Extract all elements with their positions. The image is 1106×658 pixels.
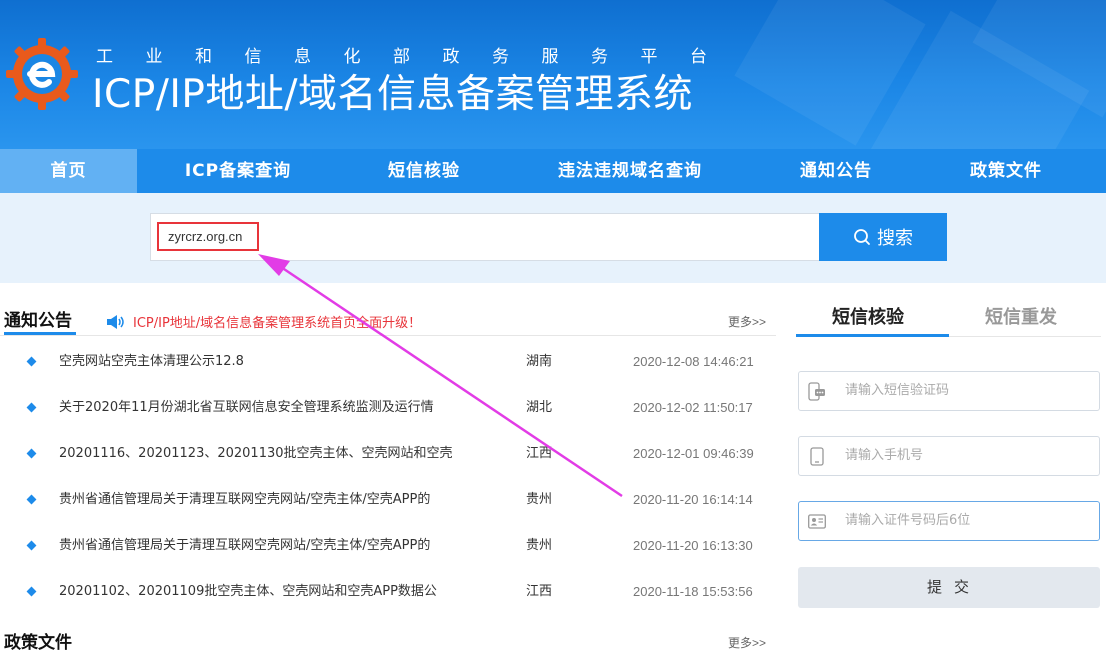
notice-row[interactable]: 贵州省通信管理局关于清理互联网空壳网站/空壳主体/空壳APP的 贵州 2020-… <box>0 523 776 569</box>
bullet-icon <box>26 356 37 367</box>
nav-item-home[interactable]: 首页 <box>0 149 137 193</box>
notice-row-title[interactable]: 关于2020年11月份湖北省互联网信息安全管理系统监测及运行情 <box>59 385 509 431</box>
page-title: ICP/IP地址/域名信息备案管理系统 <box>92 72 694 117</box>
notice-row-province: 贵州 <box>526 538 553 553</box>
notice-row[interactable]: 关于2020年11月份湖北省互联网信息安全管理系统监测及运行情 湖北 2020-… <box>0 385 776 431</box>
policy-section-title: 政策文件 <box>4 633 72 653</box>
submit-button[interactable]: 提交 <box>798 567 1100 608</box>
speaker-icon <box>107 315 124 329</box>
message-phone-icon <box>808 382 825 401</box>
notice-row-province: 湖北 <box>526 400 553 415</box>
nav-item-icp-query[interactable]: ICP备案查询 <box>168 149 308 193</box>
notice-row-title[interactable]: 20201116、20201123、20201130批空壳主体、空壳网站和空壳 <box>59 431 509 477</box>
nav-item-sms-verify[interactable]: 短信核验 <box>364 149 484 193</box>
notice-row-date: 2020-11-20 16:13:30 <box>633 538 753 553</box>
phone-field[interactable]: 请输入手机号 <box>798 436 1100 476</box>
notice-row-date: 2020-11-18 15:53:56 <box>633 584 753 599</box>
notice-row-title[interactable]: 20201102、20201109批空壳主体、空壳网站和空壳APP数据公 <box>59 569 509 615</box>
id-number-field[interactable]: 请输入证件号码后6位 <box>798 501 1100 541</box>
sms-code-placeholder: 请输入短信验证码 <box>845 383 950 398</box>
bullet-icon <box>26 402 37 413</box>
nav-item-illegal-domain-query[interactable]: 违法违规域名查询 <box>542 149 718 193</box>
bullet-icon <box>26 540 37 551</box>
phone-placeholder: 请输入手机号 <box>845 448 924 463</box>
id-number-placeholder: 请输入证件号码后6位 <box>845 513 971 528</box>
search-button-label: 搜索 <box>877 228 913 249</box>
notice-row-date: 2020-11-20 16:14:14 <box>633 492 753 507</box>
notice-row-title[interactable]: 贵州省通信管理局关于清理互联网空壳网站/空壳主体/空壳APP的 <box>59 523 509 569</box>
tab-sms-verify[interactable]: 短信核验 <box>832 303 904 329</box>
notice-row[interactable]: 空壳网站空壳主体清理公示12.8 湖南 2020-12-08 14:46:21 <box>0 339 776 385</box>
tab-active-indicator <box>796 334 949 337</box>
notice-row[interactable]: 20201116、20201123、20201130批空壳主体、空壳网站和空壳 … <box>0 431 776 477</box>
notice-row[interactable]: 20201102、20201109批空壳主体、空壳网站和空壳APP数据公 江西 … <box>0 569 776 615</box>
notice-divider <box>0 335 776 336</box>
notice-row-date: 2020-12-08 14:46:21 <box>633 354 754 369</box>
notice-row-date: 2020-12-01 09:46:39 <box>633 446 754 461</box>
mobile-phone-icon <box>810 447 824 466</box>
nav-item-policy[interactable]: 政策文件 <box>946 149 1066 193</box>
notice-row-province: 江西 <box>526 446 553 461</box>
notice-row-date: 2020-12-02 11:50:17 <box>633 400 753 415</box>
policy-more-link[interactable]: 更多>> <box>728 634 766 651</box>
notice-row-title[interactable]: 贵州省通信管理局关于清理互联网空壳网站/空壳主体/空壳APP的 <box>59 477 509 523</box>
nav-item-notices[interactable]: 通知公告 <box>776 149 896 193</box>
search-input-value[interactable]: zyrcrz.org.cn <box>157 222 259 251</box>
bullet-icon <box>26 448 37 459</box>
bullet-icon <box>26 494 37 505</box>
notice-row-province: 江西 <box>526 584 553 599</box>
notice-section-title: 通知公告 <box>4 311 72 331</box>
id-card-icon <box>808 514 826 529</box>
notice-row-province: 贵州 <box>526 492 553 507</box>
gear-e-logo-icon <box>6 38 78 110</box>
main-nav: 首页 ICP备案查询 短信核验 违法违规域名查询 通知公告 政策文件 <box>0 149 1106 193</box>
bullet-icon <box>26 586 37 597</box>
notice-row-title[interactable]: 空壳网站空壳主体清理公示12.8 <box>59 339 509 385</box>
notice-row-province: 湖南 <box>526 354 553 369</box>
tab-sms-resend[interactable]: 短信重发 <box>985 303 1057 329</box>
site-header: 工业和信息化部政务服务平台 ICP/IP地址/域名信息备案管理系统 <box>0 0 1106 149</box>
notice-row[interactable]: 贵州省通信管理局关于清理互联网空壳网站/空壳主体/空壳APP的 贵州 2020-… <box>0 477 776 523</box>
sms-code-field[interactable]: 请输入短信验证码 <box>798 371 1100 411</box>
search-button[interactable]: 搜索 <box>819 213 947 261</box>
notice-more-link[interactable]: 更多>> <box>728 313 766 330</box>
search-icon <box>854 229 870 245</box>
notice-marquee[interactable]: ICP/IP地址/域名信息备案管理系统首页全面升级！ <box>133 312 421 331</box>
